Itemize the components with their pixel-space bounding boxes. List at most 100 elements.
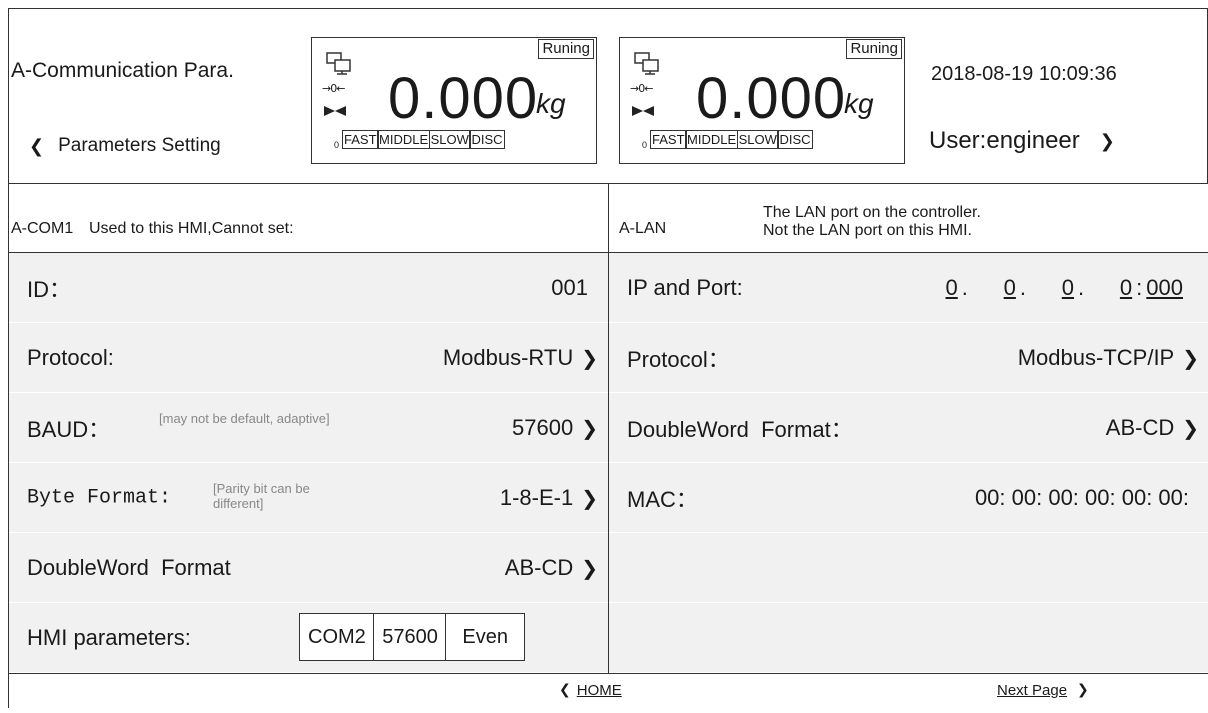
ip-octet-1[interactable]: 0 xyxy=(914,275,958,301)
chevron-right-icon: ❯ xyxy=(1182,415,1199,440)
doubleword-row[interactable]: DoubleWord Format AB-CD ❯ xyxy=(9,533,608,603)
hmi-parity: Even xyxy=(445,613,526,661)
ip-octet-2[interactable]: 0 xyxy=(972,275,1016,301)
lan-doubleword-select[interactable]: AB-CD ❯ xyxy=(1106,415,1199,441)
mac-row: MAC： 00: 00: 00: 00: 00: 00: xyxy=(609,463,1208,533)
protocol-label: Protocol: xyxy=(27,344,114,370)
ip-label: IP and Port: xyxy=(627,274,743,300)
mode-indicators: FAST MIDDLE SLOW DISC xyxy=(650,130,813,149)
status-badge: Runing xyxy=(846,39,902,59)
chevron-right-icon: ❯ xyxy=(581,415,598,440)
protocol-select[interactable]: Modbus-RTU ❯ xyxy=(443,345,598,371)
home-link[interactable]: ❮ HOME xyxy=(559,682,622,699)
user-button[interactable]: User:engineer ❯ xyxy=(929,127,1115,155)
lan-doubleword-value: AB-CD xyxy=(1105,414,1175,440)
byte-format-row[interactable]: Byte Format: [Parity bit can be differen… xyxy=(9,463,608,533)
mode-disc: DISC xyxy=(777,130,813,149)
lan-note-line1: The LAN port on the controller. xyxy=(763,204,981,221)
chevron-right-icon: ❯ xyxy=(581,555,598,580)
chevron-left-icon: ❮ xyxy=(559,682,571,698)
status-badge: Runing xyxy=(538,39,594,59)
lan-protocol-row[interactable]: Protocol： Modbus-TCP/IP ❯ xyxy=(609,323,1208,393)
mode-slow: SLOW xyxy=(736,130,779,149)
back-button[interactable]: ❮ Parameters Setting xyxy=(29,135,221,157)
mode-disc: DISC xyxy=(469,130,505,149)
mode-middle: MIDDLE xyxy=(685,130,739,149)
id-row[interactable]: ID： 001 xyxy=(9,253,608,323)
weight-value: 0.000 xyxy=(696,66,847,131)
id-value: 001 xyxy=(551,274,588,300)
monitor-icon xyxy=(326,52,351,75)
lan-note: The LAN port on the controller. Not the … xyxy=(763,204,981,240)
back-label: Parameters Setting xyxy=(58,135,221,156)
com1-note: Used to this HMI,Cannot set: xyxy=(89,220,294,237)
baud-select[interactable]: 57600 ❯ xyxy=(512,415,598,441)
ip-octet-4[interactable]: 0 xyxy=(1088,275,1132,301)
lan-protocol-label: Protocol： xyxy=(627,346,730,372)
stable-icon xyxy=(324,106,346,116)
chevron-left-icon: ❮ xyxy=(29,135,45,157)
weight-unit: kg xyxy=(844,88,874,119)
hmi-params-row: HMI parameters: COM2 57600 Even xyxy=(9,603,608,673)
mode-fast: FAST xyxy=(342,130,379,149)
doubleword-select[interactable]: AB-CD ❯ xyxy=(505,555,598,581)
lan-protocol-select[interactable]: Modbus-TCP/IP ❯ xyxy=(1018,345,1199,371)
byte-format-value: 1-8-E-1 xyxy=(499,484,574,510)
baud-label: BAUD： xyxy=(27,416,111,442)
ip-row: IP and Port: 0. 0. 0. 0: 000 xyxy=(609,253,1208,323)
hmi-params-label: HMI parameters: xyxy=(27,624,191,650)
id-label: ID： xyxy=(27,276,72,302)
next-page-label: Next Page xyxy=(997,682,1068,699)
baud-row[interactable]: BAUD： [may not be default, adaptive] 576… xyxy=(9,393,608,463)
home-label: HOME xyxy=(576,682,622,699)
doubleword-label: DoubleWord Format xyxy=(27,554,231,580)
stable-icon xyxy=(632,106,654,116)
chevron-right-icon: ❯ xyxy=(581,345,598,370)
chevron-right-icon: ❯ xyxy=(1099,130,1115,152)
lan-note-line2: Not the LAN port on this HMI. xyxy=(763,222,972,239)
chevron-right-icon: ❯ xyxy=(1077,682,1089,698)
screen-frame: A-Communication Para. ❮ Parameters Setti… xyxy=(8,8,1208,708)
weight-unit: kg xyxy=(536,88,566,119)
user-label: User:engineer xyxy=(929,127,1080,154)
mac-label: MAC： xyxy=(627,486,698,512)
lan-column: A-LAN The LAN port on the controller. No… xyxy=(609,184,1208,673)
datetime: 2018-08-19 10:09:36 xyxy=(931,63,1117,85)
lan-protocol-value: Modbus-TCP/IP xyxy=(1017,344,1175,370)
hmi-baud: 57600 xyxy=(373,613,447,661)
lan-doubleword-label: DoubleWord Format： xyxy=(627,416,853,442)
next-page-link[interactable]: Next Page ❯ xyxy=(997,682,1089,699)
hmi-params-boxes: COM2 57600 Even xyxy=(299,613,526,661)
weight-panel-1: Runing →0← 0.000 kg 0 FAST MIDDLE SLOW D… xyxy=(311,37,597,164)
zero-label: 0 xyxy=(334,140,340,150)
byte-format-select[interactable]: 1-8-E-1 ❯ xyxy=(500,485,598,511)
baud-value: 57600 xyxy=(512,414,574,440)
doubleword-value: AB-CD xyxy=(504,554,574,580)
byte-format-label: Byte Format: xyxy=(27,486,172,509)
baud-note: [may not be default, adaptive] xyxy=(159,411,330,426)
mode-indicators: FAST MIDDLE SLOW DISC xyxy=(342,130,505,149)
zero-icon: →0← xyxy=(322,82,345,95)
zero-icon: →0← xyxy=(630,82,653,95)
lan-doubleword-row[interactable]: DoubleWord Format： AB-CD ❯ xyxy=(609,393,1208,463)
chevron-right-icon: ❯ xyxy=(581,485,598,510)
chevron-right-icon: ❯ xyxy=(1182,345,1199,370)
mode-fast: FAST xyxy=(650,130,687,149)
weight-panel-2: Runing →0← 0.000 kg 0 FAST MIDDLE SLOW D… xyxy=(619,37,905,164)
hmi-port: COM2 xyxy=(299,613,375,661)
mode-middle: MIDDLE xyxy=(377,130,431,149)
protocol-row[interactable]: Protocol: Modbus-RTU ❯ xyxy=(9,323,608,393)
page-title: A-Communication Para. xyxy=(11,59,234,82)
footer: ❮ HOME Next Page ❯ xyxy=(9,673,1208,708)
ip-octet-3[interactable]: 0 xyxy=(1030,275,1074,301)
port-field[interactable]: 000 xyxy=(1146,275,1183,301)
empty-row xyxy=(609,603,1208,673)
protocol-value: Modbus-RTU xyxy=(442,344,574,370)
empty-row xyxy=(609,533,1208,603)
lan-title: A-LAN xyxy=(619,220,667,237)
ip-port-field[interactable]: 0. 0. 0. 0: 000 xyxy=(914,275,1183,301)
com1-header: A-COM1 Used to this HMI,Cannot set: xyxy=(9,184,608,253)
mac-value: 00: 00: 00: 00: 00: 00: xyxy=(974,484,1189,510)
com1-column: A-COM1 Used to this HMI,Cannot set: ID： … xyxy=(9,184,609,673)
header: A-Communication Para. ❮ Parameters Setti… xyxy=(9,9,1208,184)
